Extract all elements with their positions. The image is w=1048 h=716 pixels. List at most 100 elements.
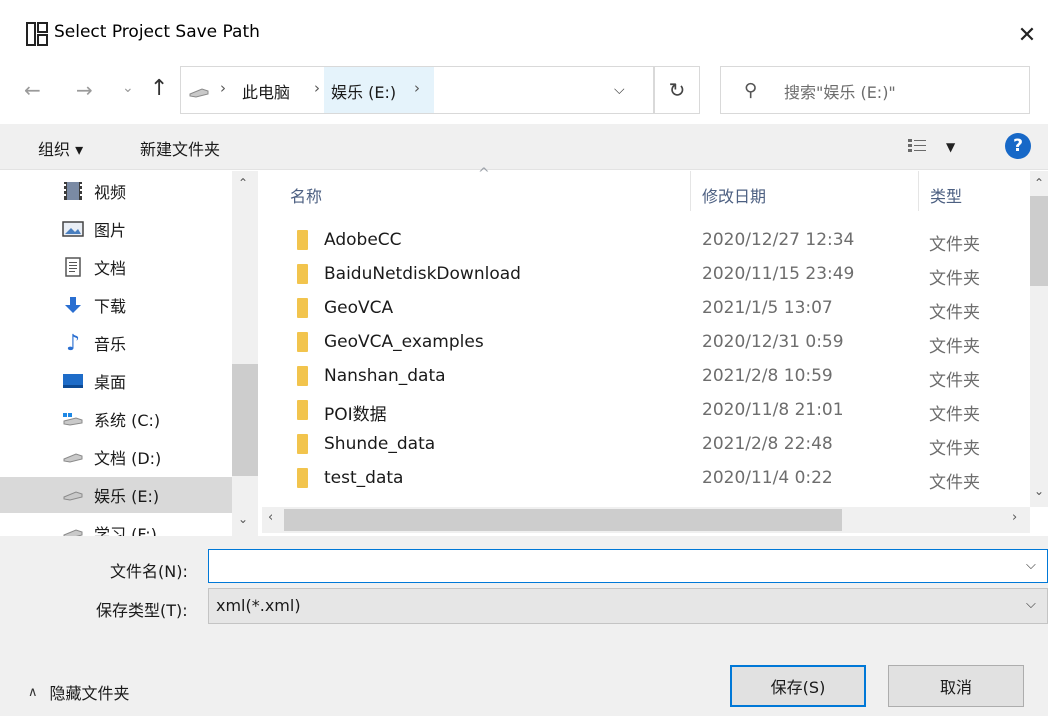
folder-icon <box>297 264 308 284</box>
column-divider[interactable] <box>918 171 919 211</box>
filetype-selected-value: xml(*.xml) <box>216 596 301 615</box>
nav-item-desktop[interactable]: 桌面 <box>0 363 232 399</box>
nav-item-label: 娱乐 (E:) <box>94 487 160 506</box>
file-type: 文件夹 <box>929 405 980 425</box>
recent-locations-chevron-icon[interactable]: ⌄ <box>122 80 134 96</box>
file-name: BaiduNetdiskDownload <box>324 264 521 284</box>
pictures-icon <box>62 218 84 240</box>
folder-icon <box>297 434 308 454</box>
view-dropdown-icon[interactable]: ▼ <box>946 140 955 154</box>
file-type: 文件夹 <box>929 269 980 289</box>
chevron-down-icon[interactable]: ⌵ <box>1026 597 1036 612</box>
column-header-name[interactable]: 名称 <box>290 183 322 207</box>
chevron-right-icon[interactable]: › <box>220 79 226 97</box>
nav-item-label: 音乐 <box>94 335 127 354</box>
scroll-up-icon[interactable]: ⌃ <box>1034 176 1044 190</box>
file-name: GeoVCA_examples <box>324 332 484 352</box>
forward-arrow-icon[interactable]: → <box>76 78 93 102</box>
nav-item-downloads[interactable]: 下载 <box>0 287 232 323</box>
nav-item-drive-c[interactable]: 系统 (C:) <box>0 401 232 437</box>
chevron-down-icon[interactable]: ⌵ <box>614 82 625 98</box>
video-icon <box>62 180 84 202</box>
up-arrow-icon[interactable]: ↑ <box>150 76 168 101</box>
table-row[interactable]: Shunde_data 2021/2/8 22:48 文件夹 <box>262 428 1030 462</box>
table-row[interactable]: BaiduNetdiskDownload 2020/11/15 23:49 文件… <box>262 258 1030 292</box>
save-button[interactable]: 保存(S) <box>730 665 866 707</box>
column-header-type[interactable]: 类型 <box>930 183 962 207</box>
file-type: 文件夹 <box>929 473 980 493</box>
drive-icon <box>62 484 84 506</box>
file-modified: 2020/12/27 12:34 <box>702 230 855 250</box>
file-list-scrollbar-thumb[interactable] <box>1030 196 1048 286</box>
help-icon[interactable]: ? <box>1005 133 1031 159</box>
desktop-icon <box>62 370 84 392</box>
scroll-up-icon[interactable]: ⌃ <box>238 176 248 190</box>
new-folder-button[interactable]: 新建文件夹 <box>140 136 220 160</box>
table-row[interactable]: GeoVCA 2021/1/5 13:07 文件夹 <box>262 292 1030 326</box>
drive-icon <box>62 522 84 536</box>
column-divider[interactable] <box>690 171 691 211</box>
nav-scrollbar-thumb[interactable] <box>232 364 258 476</box>
filetype-label: 保存类型(T): <box>96 601 188 620</box>
nav-item-label: 下载 <box>94 297 127 316</box>
refresh-icon: ↻ <box>668 78 686 102</box>
filename-input[interactable] <box>208 549 1048 583</box>
nav-item-label: 文档 <box>94 259 127 278</box>
column-header-modified[interactable]: 修改日期 <box>702 183 766 207</box>
file-name: test_data <box>324 468 404 488</box>
file-type: 文件夹 <box>929 337 980 357</box>
hide-folders-toggle[interactable]: ∧ 隐藏文件夹 <box>28 680 130 704</box>
nav-item-videos[interactable]: 视频 <box>0 173 232 209</box>
chevron-right-icon[interactable]: › <box>414 79 420 97</box>
nav-item-pictures[interactable]: 图片 <box>0 211 232 247</box>
nav-item-music[interactable]: ♪ 音乐 <box>0 325 232 361</box>
nav-item-drive-f[interactable]: 学习 (F:) <box>0 515 232 536</box>
file-modified: 2021/2/8 22:48 <box>702 434 833 454</box>
nav-item-drive-d[interactable]: 文档 (D:) <box>0 439 232 475</box>
cancel-button[interactable]: 取消 <box>888 665 1024 707</box>
chevron-down-icon[interactable]: ⌵ <box>1026 558 1036 573</box>
refresh-button[interactable]: ↻ <box>654 66 700 114</box>
file-name: POI数据 <box>324 405 387 425</box>
navigation-pane: 视频 图片 文档 下载 ♪ 音乐 桌面 系统 (C:) 文档 (D:) 娱乐 (… <box>0 171 260 536</box>
file-modified: 2021/1/5 13:07 <box>702 298 833 318</box>
table-row[interactable]: POI数据 2020/11/8 21:01 文件夹 <box>262 394 1030 428</box>
nav-item-label: 视频 <box>94 183 127 202</box>
search-placeholder: 搜索"娱乐 (E:)" <box>784 83 896 102</box>
organize-button[interactable]: 组织 ▾ <box>38 136 83 160</box>
scroll-down-icon[interactable]: ⌄ <box>238 512 248 526</box>
download-icon <box>62 294 84 316</box>
breadcrumb-this-pc[interactable]: 此电脑 <box>242 79 290 103</box>
filetype-select[interactable] <box>208 588 1048 624</box>
back-arrow-icon[interactable]: ← <box>24 78 41 102</box>
scroll-down-icon[interactable]: ⌄ <box>1034 484 1044 498</box>
nav-item-drive-e[interactable]: 娱乐 (E:) <box>0 477 232 513</box>
file-type: 文件夹 <box>929 303 980 323</box>
table-row[interactable]: AdobeCC 2020/12/27 12:34 文件夹 <box>262 224 1030 258</box>
close-button[interactable]: ✕ <box>1006 14 1048 56</box>
nav-item-documents[interactable]: 文档 <box>0 249 232 285</box>
file-type: 文件夹 <box>929 371 980 391</box>
chevron-right-icon[interactable]: › <box>314 79 320 97</box>
table-row[interactable]: GeoVCA_examples 2020/12/31 0:59 文件夹 <box>262 326 1030 360</box>
nav-item-label: 文档 (D:) <box>94 449 162 468</box>
scroll-left-icon[interactable]: ‹ <box>268 510 273 525</box>
folder-icon <box>297 468 308 488</box>
chevron-up-icon: ∧ <box>28 684 38 700</box>
view-details-icon[interactable] <box>907 138 927 154</box>
table-row[interactable]: test_data 2020/11/4 0:22 文件夹 <box>262 462 1030 496</box>
nav-scrollbar[interactable] <box>232 171 258 536</box>
breadcrumb-drive[interactable]: 娱乐 (E:) <box>331 79 396 103</box>
nav-item-label: 图片 <box>94 221 127 240</box>
file-name: AdobeCC <box>324 230 402 250</box>
drive-icon <box>189 88 209 98</box>
sort-ascending-icon: ^ <box>478 166 490 182</box>
table-row[interactable]: Nanshan_data 2021/2/8 10:59 文件夹 <box>262 360 1030 394</box>
folder-icon <box>297 230 308 250</box>
file-name: Shunde_data <box>324 434 436 454</box>
file-modified: 2020/11/15 23:49 <box>702 264 855 284</box>
scroll-right-icon[interactable]: › <box>1012 510 1017 525</box>
window-title: Select Project Save Path <box>54 22 260 42</box>
file-modified: 2020/11/4 0:22 <box>702 468 833 488</box>
file-list-hscroll-thumb[interactable] <box>284 509 842 531</box>
